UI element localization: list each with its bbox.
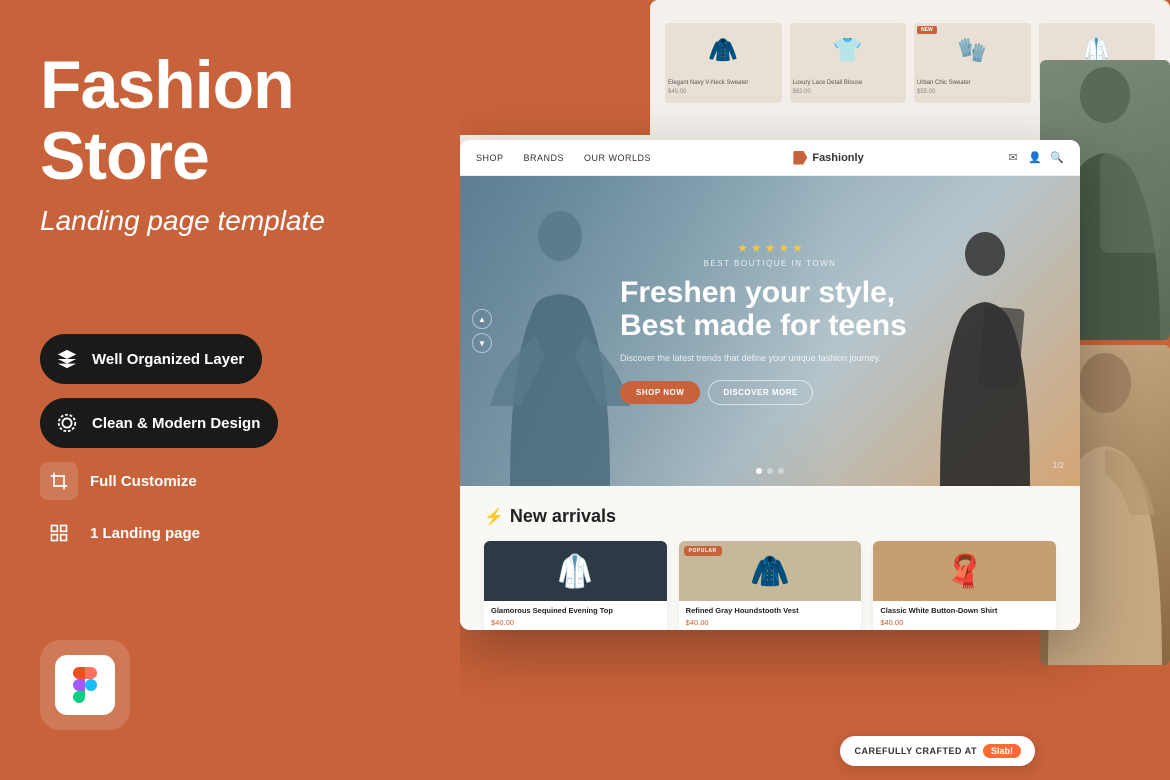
hero-headline-2: Best made for teens xyxy=(620,309,907,342)
feature-customize-label: Full Customize xyxy=(90,473,197,490)
product-3-img: 🧣 xyxy=(873,541,1056,601)
magic-icon xyxy=(52,408,82,438)
popular-badge: POPULAR xyxy=(684,546,722,556)
star-2: ★ xyxy=(751,241,762,255)
crop-icon-box xyxy=(40,462,78,500)
top-product-3-name: Urban Chic Sweater xyxy=(914,78,1031,89)
product-2-img: POPULAR 🧥 xyxy=(679,541,862,601)
figma-icon xyxy=(55,655,115,715)
product-3-body: Classic White Button-Down Shirt $40.00 xyxy=(873,601,1056,630)
title-line2: Store xyxy=(40,118,209,194)
discover-more-button[interactable]: DISCOVER MORE xyxy=(708,380,813,405)
new-badge: NEW xyxy=(917,26,937,34)
person-right-silhouette xyxy=(920,226,1050,486)
shop-now-button[interactable]: SHOP NOW xyxy=(620,381,700,404)
feature-badge-organized: Well Organized Layer xyxy=(40,334,262,384)
hero-tagline: BEST BOUTIQUE IN TOWN xyxy=(620,259,920,268)
feature-organized: Well Organized Layer xyxy=(40,334,420,384)
dot-1[interactable] xyxy=(756,468,762,474)
products-section-title: New arrivals xyxy=(510,506,616,527)
feature-design: Clean & Modern Design xyxy=(40,398,420,448)
hero-headline: Freshen your style, Best made for teens xyxy=(620,276,920,342)
feature-customize: Full Customize xyxy=(40,462,420,500)
features-list: Well Organized Layer Clean & Modern Desi… xyxy=(40,334,420,552)
top-product-1-img: 🧥 xyxy=(665,23,782,78)
top-product-3-price: $55.00 xyxy=(914,89,1031,95)
product-card-2: POPULAR 🧥 Refined Gray Houndstooth Vest … xyxy=(679,541,862,630)
star-1: ★ xyxy=(737,241,748,255)
product-2-body: Refined Gray Houndstooth Vest $40.00 xyxy=(679,601,862,630)
slide-counter: 1/2 xyxy=(1053,461,1064,470)
figma-logo xyxy=(40,640,130,730)
crafted-badge: CAREFULLY CRAFTED AT Slab! xyxy=(840,736,1035,766)
product-2-name: Refined Gray Houndstooth Vest xyxy=(686,606,855,616)
main-title: Fashion Store xyxy=(40,50,420,193)
browser-mockup: SHOP BRANDS OUR WORLDS Fashionly ✉ 👤 🔍 xyxy=(460,140,1080,630)
layers-icon xyxy=(52,344,82,374)
lightning-icon: ⚡ xyxy=(484,507,504,527)
product-1-name: Glamorous Sequined Evening Top xyxy=(491,606,660,616)
product-1-img: 🥼 xyxy=(484,541,667,601)
person-left-silhouette xyxy=(480,206,640,486)
search-icon[interactable]: 🔍 xyxy=(1050,151,1064,165)
crafted-text: CAREFULLY CRAFTED AT xyxy=(854,746,977,756)
feature-landing-label: 1 Landing page xyxy=(90,525,200,542)
nav-worlds[interactable]: OUR WORLDS xyxy=(584,153,651,163)
nav-shop[interactable]: SHOP xyxy=(476,153,504,163)
product-card-3: 🧣 Classic White Button-Down Shirt $40.00 xyxy=(873,541,1056,630)
top-product-2-name: Luxury Lace Detail Blouse xyxy=(790,78,907,89)
top-product-2-price: $62.00 xyxy=(790,89,907,95)
top-product-1-name: Elegant Navy V-Neck Sweater xyxy=(665,78,782,89)
products-grid: 🥼 Glamorous Sequined Evening Top $40.00 … xyxy=(484,541,1056,630)
hero-stars: ★ ★ ★ ★ ★ xyxy=(620,241,920,255)
feature-organized-label: Well Organized Layer xyxy=(92,351,244,368)
hero-content: ★ ★ ★ ★ ★ BEST BOUTIQUE IN TOWN Freshen … xyxy=(620,241,920,405)
prev-arrow[interactable]: ▲ xyxy=(472,309,492,329)
top-product-2-img: 👕 xyxy=(790,23,907,78)
hero-buttons: SHOP NOW DISCOVER MORE xyxy=(620,380,920,405)
feature-design-label: Clean & Modern Design xyxy=(92,415,260,432)
feature-landing: 1 Landing page xyxy=(40,514,420,552)
mail-icon[interactable]: ✉ xyxy=(1006,151,1020,165)
product-3-price: $40.00 xyxy=(880,618,1049,627)
nav-icons-group: ✉ 👤 🔍 xyxy=(1006,151,1064,165)
left-panel: Fashion Store Landing page template Well… xyxy=(0,0,460,780)
top-product-2: 👕 Luxury Lace Detail Blouse $62.00 xyxy=(790,23,907,103)
title-line1: Fashion xyxy=(40,47,294,123)
subtitle: Landing page template xyxy=(40,205,420,237)
star-5: ★ xyxy=(792,241,803,255)
hero-section: ★ ★ ★ ★ ★ BEST BOUTIQUE IN TOWN Freshen … xyxy=(460,176,1080,486)
logo-icon xyxy=(793,151,807,165)
top-product-1-price: $45.00 xyxy=(665,89,782,95)
dot-3[interactable] xyxy=(778,468,784,474)
products-section: ⚡ New arrivals 🥼 Glamorous Sequined Even… xyxy=(460,486,1080,630)
top-product-1: 🧥 Elegant Navy V-Neck Sweater $45.00 xyxy=(665,23,782,103)
star-3: ★ xyxy=(765,241,776,255)
hero-subtext: Discover the latest trends that define y… xyxy=(620,352,920,366)
nav-logo: Fashionly xyxy=(793,151,863,165)
browser-nav: SHOP BRANDS OUR WORLDS Fashionly ✉ 👤 🔍 xyxy=(460,140,1080,176)
feature-badge-design: Clean & Modern Design xyxy=(40,398,278,448)
hero-headline-1: Freshen your style, xyxy=(620,276,895,309)
product-1-price: $40.00 xyxy=(491,618,660,627)
user-icon[interactable]: 👤 xyxy=(1028,151,1042,165)
products-title: ⚡ New arrivals xyxy=(484,506,1056,527)
right-area: 🧥 Elegant Navy V-Neck Sweater $45.00 👕 L… xyxy=(460,0,1170,780)
star-4: ★ xyxy=(778,241,789,255)
next-arrow[interactable]: ▼ xyxy=(472,333,492,353)
product-1-body: Glamorous Sequined Evening Top $40.00 xyxy=(484,601,667,630)
product-2-price: $40.00 xyxy=(686,618,855,627)
top-product-3: NEW 🧤 Urban Chic Sweater $55.00 xyxy=(914,23,1031,103)
product-card-1: 🥼 Glamorous Sequined Evening Top $40.00 xyxy=(484,541,667,630)
slab-brand: Slab! xyxy=(983,744,1021,758)
logo-text: Fashionly xyxy=(812,152,863,164)
product-3-name: Classic White Button-Down Shirt xyxy=(880,606,1049,616)
hero-arrows: ▲ ▼ xyxy=(472,309,492,353)
grid-icon-box xyxy=(40,514,78,552)
nav-brands[interactable]: BRANDS xyxy=(524,153,565,163)
slider-dots xyxy=(756,468,784,474)
dot-2[interactable] xyxy=(767,468,773,474)
